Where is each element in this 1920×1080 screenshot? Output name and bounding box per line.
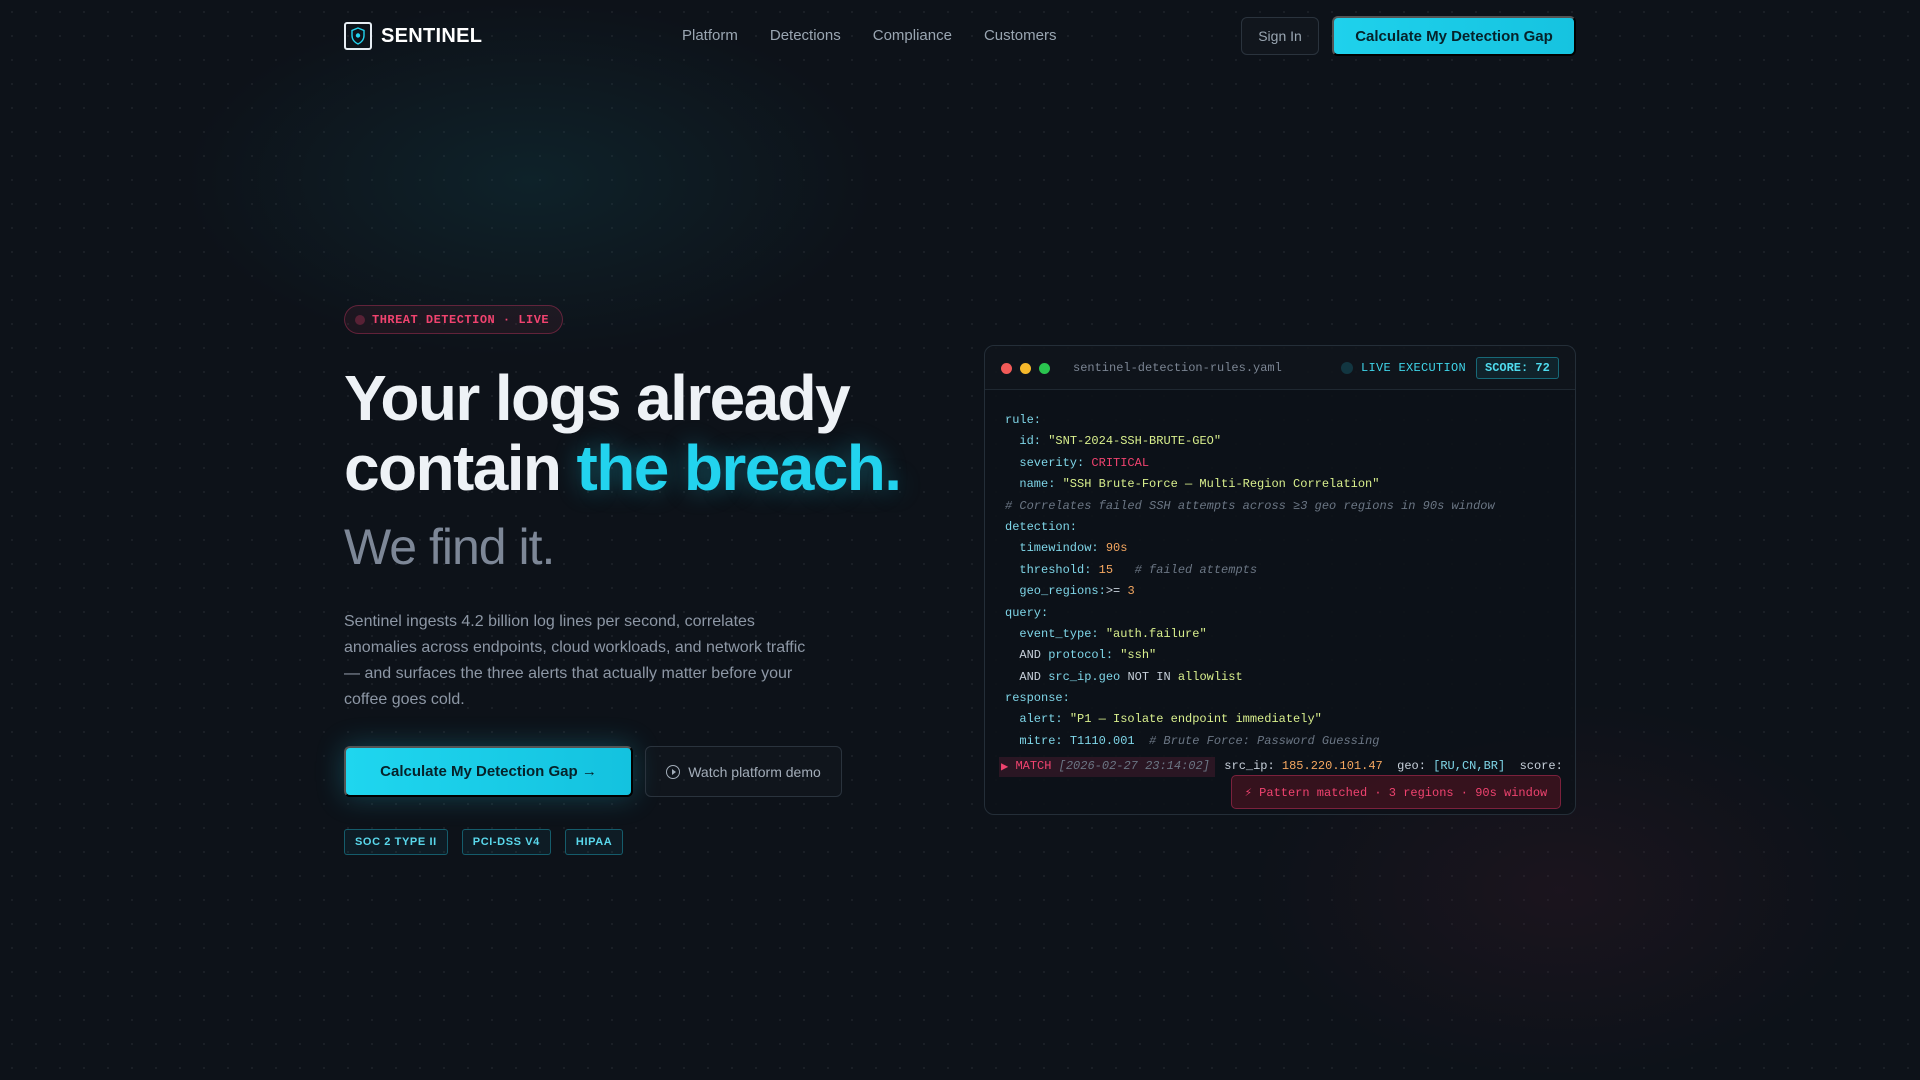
compliance-badge-soc2: SOC 2 TYPE II [344,829,448,855]
maximize-dot-icon [1039,363,1050,374]
code-line: event_type: "auth.failure" [1005,627,1495,648]
match-score-key: score: [1505,759,1563,773]
hero-subhead: We find it. [344,519,555,575]
top-nav: SENTINEL Platform Detections Compliance … [0,0,1920,72]
code-body: rule: id: "SNT-2024-SSH-BRUTE-GEO" sever… [1005,413,1495,755]
code-number: 15 [1098,562,1114,577]
code-number: 90s [1105,541,1128,556]
hero-headline: Your logs already contain the breach. [344,363,964,503]
live-status-badge: THREAT DETECTION · LIVE [344,305,564,334]
score-badge: SCORE: 72 [1476,357,1559,379]
code-key: alert: [1005,712,1070,727]
badge-label: THREAT DETECTION · LIVE [372,312,550,327]
code-key: threshold: [1005,562,1099,577]
brand-logo[interactable]: SENTINEL [344,22,482,50]
headline-accent: the breach. [576,432,902,504]
code-key: response: [1005,691,1070,706]
code-line: name: "SSH Brute-Force — Multi-Region Co… [1005,477,1495,498]
code-key: severity: [1005,455,1092,470]
code-operator: AND [1005,648,1049,663]
nav-link-compliance[interactable]: Compliance [873,27,952,44]
match-geo-key: geo: [1382,759,1434,773]
live-execution-label: LIVE EXECUTION [1361,361,1467,375]
match-arrow-icon: ▶ [1001,759,1016,774]
code-panel-header: sentinel-detection-rules.yaml LIVE EXECU… [985,346,1575,390]
code-string: "SSH Brute-Force — Multi-Region Correlat… [1062,477,1380,492]
code-key: name: [1005,477,1063,492]
code-mitre-id: T1110.001 [1069,733,1135,748]
nav-links: Platform Detections Compliance Customers [682,27,1056,44]
code-line: threshold: 15 # failed attempts [1005,563,1495,584]
shield-icon [344,22,372,50]
compliance-badge-pci: PCI-DSS V4 [461,829,551,855]
code-string: "auth.failure" [1105,626,1207,641]
code-comment: # Brute Force: Password Guessing [1134,733,1380,748]
live-dot-icon [1341,362,1353,374]
code-operator: AND [1005,669,1049,684]
nav-link-customers[interactable]: Customers [984,27,1057,44]
pattern-matched-toast: ⚡ Pattern matched · 3 regions · 90s wind… [1231,775,1561,809]
code-line: response: [1005,691,1495,712]
code-comment: # Correlates failed SSH attempts across … [1005,498,1495,513]
code-string: allowlist [1177,669,1243,684]
watch-demo-button[interactable]: Watch platform demo [645,746,842,797]
code-line: rule: [1005,413,1495,434]
brand-name: SENTINEL [381,24,483,47]
code-key: src_ip.geo [1048,669,1128,684]
window-controls [1001,363,1050,374]
match-srcip-value: 185.220.101.47 [1281,759,1383,773]
code-line: detection: [1005,520,1495,541]
code-operator: >= [1105,584,1128,599]
code-key: geo_regions: [1005,584,1106,599]
code-line: AND protocol: "ssh" [1005,648,1495,669]
code-string: "P1 — Isolate endpoint immediately" [1069,712,1322,727]
match-srcip-key: src_ip: [1209,759,1282,773]
match-label: MATCH [1015,759,1059,773]
live-execution-indicator: LIVE EXECUTION [1341,361,1466,375]
code-line: # Correlates failed SSH attempts across … [1005,499,1495,520]
code-line: mitre: T1110.001 # Brute Force: Password… [1005,734,1495,755]
minimize-dot-icon [1020,363,1031,374]
code-filename: sentinel-detection-rules.yaml [1073,361,1282,375]
code-line: id: "SNT-2024-SSH-BRUTE-GEO" [1005,434,1495,455]
code-line: timewindow: 90s [1005,541,1495,562]
code-key: protocol: [1048,648,1121,663]
compliance-badges: SOC 2 TYPE II PCI-DSS V4 HIPAA [344,829,624,855]
code-key: mitre: [1005,733,1070,748]
match-log-line: ▶ MATCH [2026-02-27 23:14:02] src_ip: 18… [1001,755,1575,777]
code-key: detection: [1005,519,1078,534]
match-timestamp: [2026-02-27 23:14:02] [1058,759,1210,773]
nav-link-platform[interactable]: Platform [682,27,738,44]
code-number: 3 [1127,584,1135,599]
close-dot-icon [1001,363,1012,374]
code-key: timewindow: [1005,541,1106,556]
calculate-gap-button[interactable]: Calculate My Detection Gap → [344,746,633,797]
code-line: alert: "P1 — Isolate endpoint immediatel… [1005,712,1495,733]
sign-in-button[interactable]: Sign In [1241,17,1319,55]
code-severity: CRITICAL [1091,455,1150,470]
watch-demo-label: Watch platform demo [688,763,821,780]
code-comment: # failed attempts [1113,562,1258,577]
play-icon [666,764,681,779]
hero-description: Sentinel ingests 4.2 billion log lines p… [344,613,806,708]
pulse-dot-icon [355,314,365,325]
code-key: query: [1005,605,1049,620]
code-line: geo_regions:>= 3 [1005,584,1495,605]
nav-link-detections[interactable]: Detections [770,27,841,44]
code-operator: NOT IN [1127,669,1178,684]
code-panel: sentinel-detection-rules.yaml LIVE EXECU… [984,345,1576,815]
code-string: "SNT-2024-SSH-BRUTE-GEO" [1048,434,1222,449]
compliance-badge-hipaa: HIPAA [564,829,624,855]
code-line: severity: CRITICAL [1005,456,1495,477]
match-geo-value: [RU,CN,BR] [1433,759,1506,773]
code-key: event_type: [1005,626,1106,641]
code-key: id: [1005,434,1049,449]
nav-cta-button[interactable]: Calculate My Detection Gap [1332,16,1576,56]
code-line: AND src_ip.geo NOT IN allowlist [1005,670,1495,691]
code-key: rule: [1005,413,1042,427]
code-string: "ssh" [1120,648,1157,663]
code-line: query: [1005,606,1495,627]
